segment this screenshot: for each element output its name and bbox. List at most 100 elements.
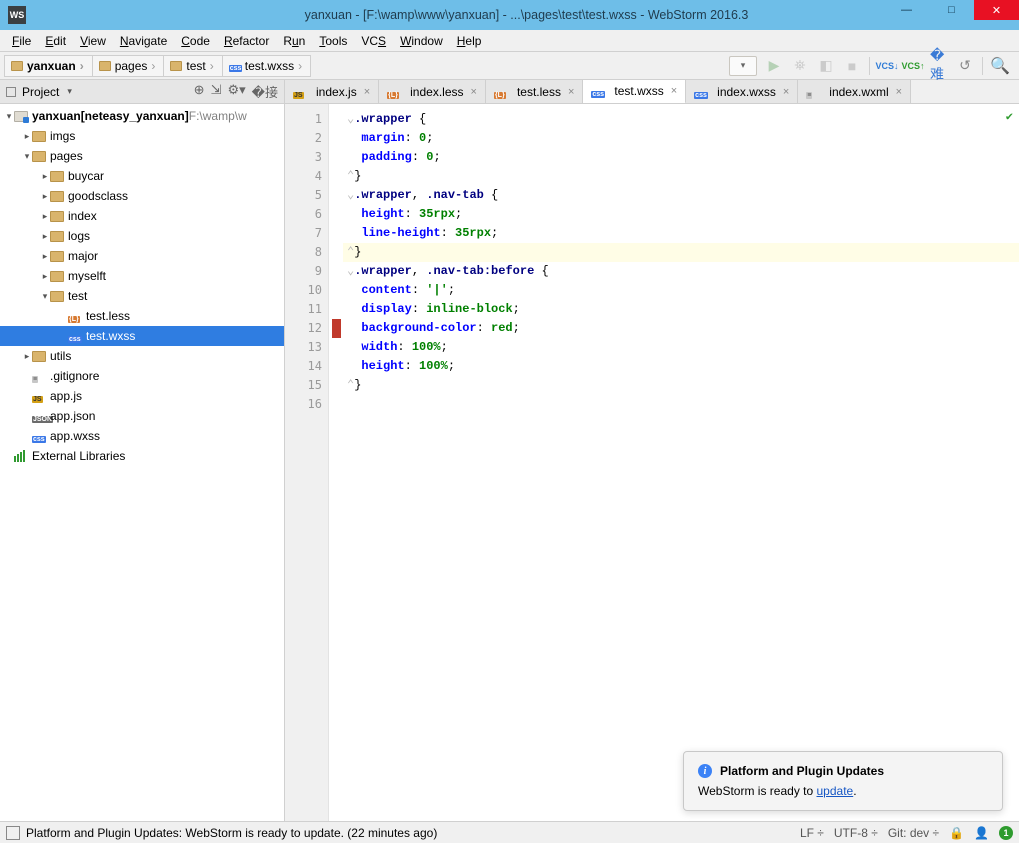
expand-icon[interactable]: ▸	[40, 191, 50, 202]
debug-button[interactable]: ⛯	[791, 57, 809, 75]
close-tab-icon[interactable]: ×	[783, 86, 789, 98]
collapse-icon[interactable]: ▾	[4, 111, 14, 122]
menu-refactor[interactable]: Refactor	[218, 32, 275, 50]
code-editor[interactable]: ✔ ⌄.wrapper { margin: 0; padding: 0;⌃}⌄.…	[343, 104, 1019, 821]
tree-folder[interactable]: ▸major	[0, 246, 284, 266]
tree-folder[interactable]: ▸logs	[0, 226, 284, 246]
library-icon	[14, 450, 28, 462]
menu-run[interactable]: Run	[277, 32, 311, 50]
menu-view[interactable]: View	[74, 32, 112, 50]
close-tab-icon[interactable]: ×	[568, 86, 574, 98]
window-maximize-button[interactable]: □	[929, 0, 974, 20]
breadcrumb-item[interactable]: test ›	[164, 55, 222, 77]
tree-root[interactable]: ▾yanxuan [neteasy_yanxuan] F:\wamp\w	[0, 106, 284, 126]
tree-file[interactable]: csstest.wxss	[0, 326, 284, 346]
tree-file[interactable]: cssapp.wxss	[0, 426, 284, 446]
css-file-icon: css	[229, 60, 241, 72]
editor-tab[interactable]: {L}test.less×	[486, 80, 583, 103]
menu-vcs[interactable]: VCS	[355, 32, 392, 50]
breadcrumb-item[interactable]: yanxuan ›	[4, 55, 93, 77]
editor-tab[interactable]: JSindex.js×	[285, 80, 379, 103]
collapse-icon[interactable]: ▾	[22, 151, 32, 162]
expand-icon[interactable]: ▸	[22, 351, 32, 362]
tree-folder[interactable]: ▸utils	[0, 346, 284, 366]
tree-folder[interactable]: ▾test	[0, 286, 284, 306]
expand-icon[interactable]: ▸	[22, 131, 32, 142]
scroll-to-source-icon[interactable]: ⊕	[194, 82, 205, 101]
menu-bar[interactable]: File Edit View Navigate Code Refactor Ru…	[0, 30, 1019, 52]
expand-icon[interactable]: ▸	[40, 171, 50, 182]
run-button[interactable]: ▶	[765, 57, 783, 75]
editor-tab[interactable]: cssindex.wxss×	[686, 80, 798, 103]
tree-folder[interactable]: ▸index	[0, 206, 284, 226]
notification-popup[interactable]: i Platform and Plugin Updates WebStorm i…	[683, 751, 1003, 811]
close-tab-icon[interactable]: ×	[896, 86, 902, 98]
tree-folder[interactable]: ▸myselft	[0, 266, 284, 286]
menu-help[interactable]: Help	[451, 32, 488, 50]
js-file-icon: JS	[32, 389, 46, 403]
editor-tab[interactable]: ≡index.wxml×	[798, 80, 911, 103]
expand-icon[interactable]: ▸	[40, 271, 50, 282]
vcs-revert-button[interactable]: ↺	[956, 57, 974, 75]
git-branch[interactable]: Git: dev ÷	[888, 826, 939, 840]
breadcrumb-item[interactable]: pages ›	[93, 55, 165, 77]
close-tab-icon[interactable]: ×	[471, 86, 477, 98]
tree-file[interactable]: JSONapp.json	[0, 406, 284, 426]
external-libraries[interactable]: External Libraries	[0, 446, 284, 466]
collapse-all-icon[interactable]: ⇲	[211, 82, 222, 101]
search-everywhere-button[interactable]: 🔍	[991, 57, 1009, 75]
inspection-ok-icon: ✔	[1006, 108, 1013, 127]
settings-gear-icon[interactable]: ⚙▾	[227, 82, 245, 101]
tree-file[interactable]: ≡.gitignore	[0, 366, 284, 386]
project-header[interactable]: Project ▾ ⊕ ⇲ ⚙▾ �接	[0, 80, 284, 104]
ide-status-person-icon[interactable]: 👤	[974, 826, 989, 840]
tree-folder[interactable]: ▸goodsclass	[0, 186, 284, 206]
menu-window[interactable]: Window	[394, 32, 449, 50]
json-file-icon: JSON	[32, 409, 46, 423]
color-swatch-icon[interactable]	[332, 319, 341, 338]
readonly-lock-icon[interactable]: 🔒	[949, 826, 964, 840]
expand-icon[interactable]: ▸	[40, 231, 50, 242]
tree-file[interactable]: JSapp.js	[0, 386, 284, 406]
vcs-update-button[interactable]: VCS↓	[878, 57, 896, 75]
editor-tab[interactable]: {L}index.less×	[379, 80, 486, 103]
expand-icon[interactable]: ▸	[40, 211, 50, 222]
tree-file[interactable]: {L}test.less	[0, 306, 284, 326]
coverage-button[interactable]: ◧	[817, 57, 835, 75]
project-tree[interactable]: ▾yanxuan [neteasy_yanxuan] F:\wamp\w▸img…	[0, 104, 284, 821]
tree-folder[interactable]: ▸buycar	[0, 166, 284, 186]
encoding[interactable]: UTF-8 ÷	[834, 826, 878, 840]
event-log-badge[interactable]: 1	[999, 826, 1013, 840]
editor-tabs[interactable]: JSindex.js×{L}index.less×{L}test.less×cs…	[285, 80, 1019, 104]
menu-tools[interactable]: Tools	[313, 32, 353, 50]
vcs-history-button[interactable]: �难	[930, 57, 948, 75]
editor-tab[interactable]: csstest.wxss×	[583, 80, 686, 104]
collapse-icon[interactable]: ▾	[40, 291, 50, 302]
stop-button[interactable]: ■	[843, 57, 861, 75]
menu-code[interactable]: Code	[175, 32, 216, 50]
close-tab-icon[interactable]: ×	[364, 86, 370, 98]
line-separator[interactable]: LF ÷	[800, 826, 824, 840]
menu-edit[interactable]: Edit	[39, 32, 72, 50]
editor-gutter[interactable]: 12345678910111213141516	[285, 104, 329, 821]
chevron-down-icon[interactable]: ▾	[67, 86, 72, 97]
run-config-combo[interactable]: ▾	[729, 56, 757, 76]
tool-windows-quick-access-icon[interactable]	[6, 826, 20, 840]
window-close-button[interactable]: ✕	[974, 0, 1019, 20]
folder-icon	[99, 61, 111, 71]
menu-navigate[interactable]: Navigate	[114, 32, 173, 50]
menu-file[interactable]: File	[6, 32, 37, 50]
folder-icon	[50, 271, 64, 282]
breadcrumb[interactable]: yanxuan ›pages ›test ›csstest.wxss ›	[4, 52, 729, 79]
vcs-commit-button[interactable]: VCS↑	[904, 57, 922, 75]
hide-tool-window-icon[interactable]: �接	[252, 82, 278, 101]
title-bar: WS yanxuan - [F:\wamp\www\yanxuan] - ...…	[0, 0, 1019, 30]
project-tool-window: Project ▾ ⊕ ⇲ ⚙▾ �接 ▾yanxuan [neteasy_ya…	[0, 80, 285, 821]
tree-folder[interactable]: ▾pages	[0, 146, 284, 166]
close-tab-icon[interactable]: ×	[671, 85, 677, 97]
expand-icon[interactable]: ▸	[40, 251, 50, 262]
update-link[interactable]: update	[817, 784, 854, 798]
navigation-bar: yanxuan ›pages ›test ›csstest.wxss › ▾ ▶…	[0, 52, 1019, 80]
window-minimize-button[interactable]: —	[884, 0, 929, 20]
breadcrumb-item[interactable]: csstest.wxss ›	[223, 55, 311, 77]
